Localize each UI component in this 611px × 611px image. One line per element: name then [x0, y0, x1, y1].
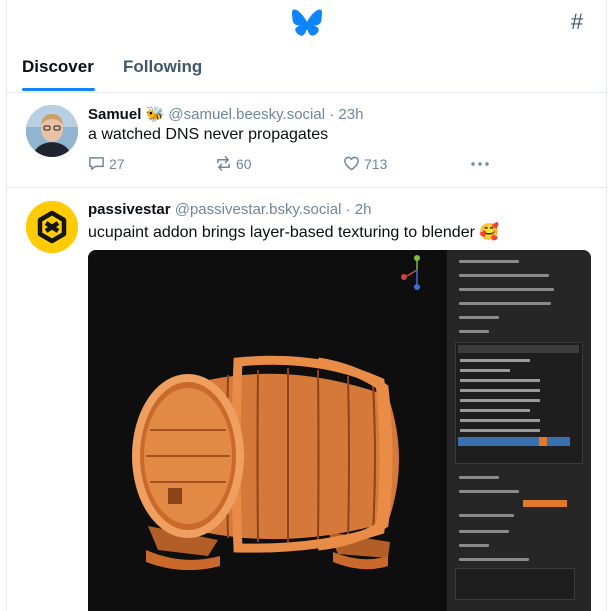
layer-row	[460, 429, 540, 432]
post-time[interactable]: · 23h	[329, 106, 363, 123]
reply-icon	[89, 157, 104, 170]
handle[interactable]: @samuel.beesky.social	[168, 106, 325, 123]
layer-row	[460, 369, 510, 372]
bake-targets-list	[455, 568, 575, 600]
feed-post[interactable]: Samuel 🐝 @samuel.beesky.social · 23h a w…	[7, 93, 606, 188]
layer-row	[460, 419, 540, 422]
post-text: ucupaint addon brings layer-based textur…	[88, 224, 500, 241]
layer-row	[460, 399, 540, 402]
layer-row	[460, 389, 540, 392]
panel-row	[453, 312, 583, 322]
repost-icon	[217, 156, 230, 171]
display-name[interactable]: passivestar	[88, 201, 171, 218]
panel-row	[453, 486, 583, 496]
user-photo-icon	[26, 105, 78, 157]
color-field	[523, 500, 567, 507]
passivestar-logo-icon	[26, 201, 78, 253]
heart-icon	[344, 156, 359, 171]
tab-discover[interactable]: Discover	[22, 57, 94, 77]
layer-color-swatch	[539, 437, 547, 446]
panel-row	[453, 526, 583, 536]
panel-row	[453, 284, 583, 294]
repost-button[interactable]: 60	[215, 155, 252, 172]
post-text: a watched DNS never propagates	[88, 126, 329, 143]
post-time[interactable]: · 2h	[346, 201, 372, 218]
hash-icon[interactable]: #	[566, 10, 588, 34]
more-options-button[interactable]	[470, 155, 490, 172]
panel-row	[453, 540, 583, 550]
post-header: Samuel 🐝 @samuel.beesky.social · 23h	[88, 105, 363, 123]
repost-count: 60	[236, 155, 252, 172]
layer-row	[460, 409, 530, 412]
active-tab-indicator	[22, 88, 95, 91]
post-image[interactable]	[88, 250, 591, 611]
selected-layer-row	[458, 437, 570, 446]
app-frame: # Discover Following Samuel 🐝 @samuel.be…	[6, 0, 607, 611]
layer-row	[460, 359, 530, 362]
top-bar: #	[7, 0, 606, 46]
panel-row	[453, 326, 583, 336]
post-actions: 27 60 713	[88, 155, 508, 175]
barrel-render-icon	[88, 250, 446, 611]
layer-list	[455, 342, 583, 464]
panel-row	[453, 256, 583, 266]
post-header: passivestar @passivestar.bsky.social · 2…	[88, 201, 371, 218]
panel-row	[453, 510, 583, 520]
display-name[interactable]: Samuel 🐝	[88, 106, 164, 123]
blender-properties-panel	[446, 250, 591, 611]
layer-list-header	[458, 345, 579, 353]
avatar[interactable]	[26, 201, 78, 253]
handle[interactable]: @passivestar.bsky.social	[175, 201, 342, 218]
panel-row	[453, 554, 583, 564]
panel-row	[453, 298, 583, 308]
tab-following[interactable]: Following	[123, 57, 202, 77]
panel-row	[453, 472, 583, 482]
reply-button[interactable]: 27	[88, 155, 125, 172]
like-count: 713	[364, 155, 388, 172]
reply-count: 27	[109, 155, 125, 172]
butterfly-icon[interactable]	[292, 9, 322, 37]
panel-row	[453, 270, 583, 280]
feed-tabs: Discover Following	[7, 46, 606, 93]
like-button[interactable]: 713	[343, 155, 387, 172]
ellipsis-icon	[471, 162, 489, 166]
layer-row	[460, 379, 540, 382]
avatar[interactable]	[26, 105, 78, 157]
